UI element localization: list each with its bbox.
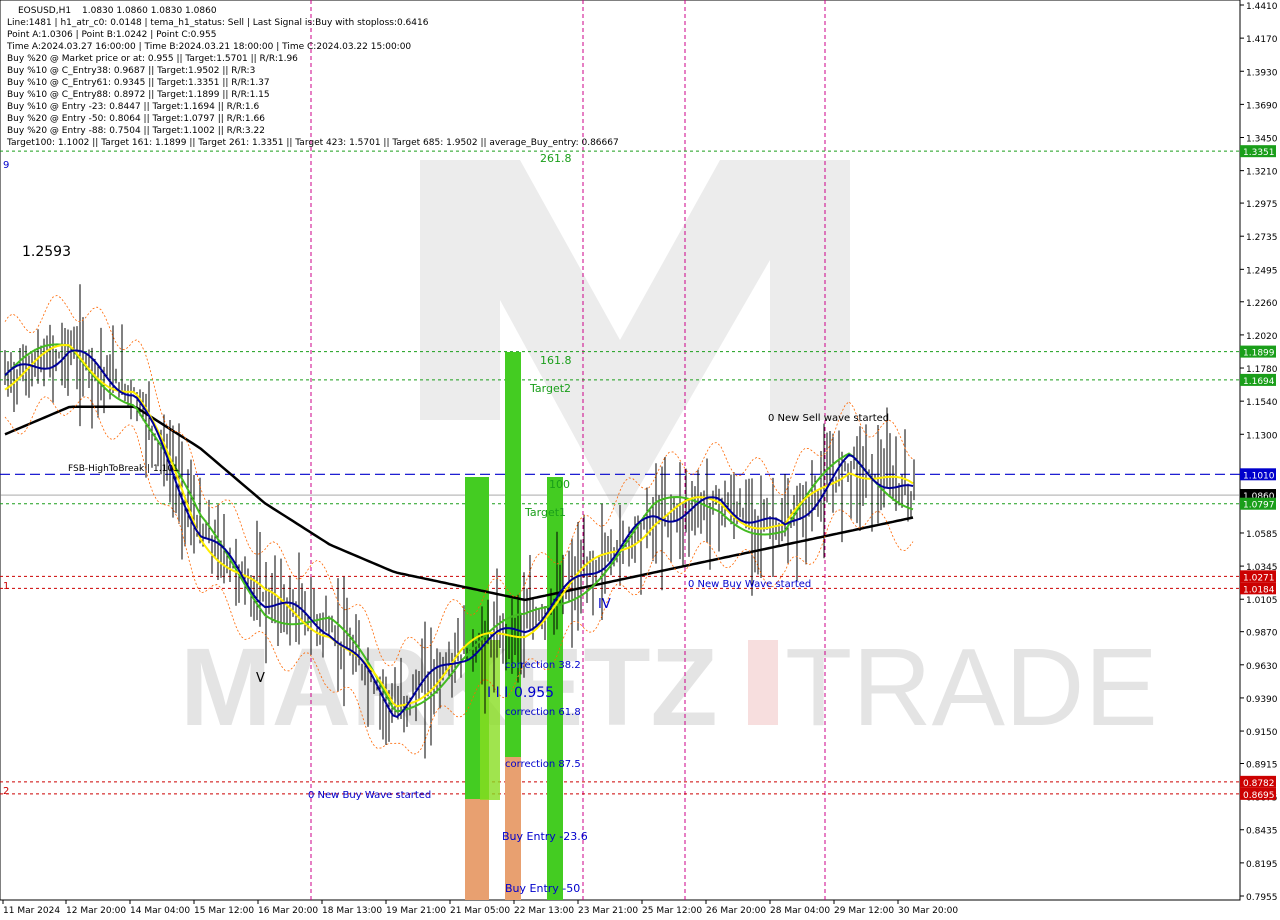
time-tick-label: 23 Mar 21:00	[578, 906, 638, 916]
buy-entry-50-label: Buy Entry -50	[505, 882, 580, 895]
time-tick-label: 14 Mar 04:00	[130, 906, 190, 916]
price-axis: 1.4410 1.4170 1.3930 1.3690 1.3450 1.3210 1.29…	[1240, 2, 1278, 903]
info-line: Time A:2024.03.27 16:00:00 | Time B:2024…	[6, 42, 411, 52]
ohlc-label: 1.0830 1.0860 1.0830 1.0860	[82, 6, 217, 16]
time-tick-label: 18 Mar 13:00	[322, 906, 382, 916]
correction-38-label: correction 38.2	[505, 660, 581, 671]
time-tick-label: 30 Mar 20:00	[898, 906, 958, 916]
time-tick-label: 21 Mar 05:00	[450, 906, 510, 916]
fsb-label: FSB-HighToBreak | 1.101	[68, 464, 179, 474]
info-line: Line:1481 | h1_atr_c0: 0.0148 | tema_h1_…	[7, 18, 429, 28]
price-tick-label: 1.2975	[1246, 200, 1278, 210]
time-axis: 11 Mar 2024 12 Mar 20:00 14 Mar 04:00 15 Ma…	[2, 900, 958, 916]
new-sell-wave-label: 0 New Sell wave started	[768, 413, 889, 424]
watermark-i-block	[748, 640, 778, 725]
high-label: 1.2593	[22, 244, 71, 260]
price-tick-label: 0.9150	[1246, 728, 1278, 738]
correction-61-label: correction 61.8	[505, 707, 581, 718]
price-tick-label: 0.8195	[1246, 860, 1278, 870]
buy-entry-23-label: Buy Entry -23.6	[502, 830, 588, 843]
wave-iii-marker: I I I	[487, 685, 508, 701]
new-buy-wave-right-label: 0 New Buy Wave started	[688, 579, 811, 590]
price-tick-label: 1.4170	[1246, 35, 1278, 45]
correction-87-label: correction 87.5	[505, 759, 581, 770]
info-line: Buy %10 @ Entry -23: 0.8447 || Target:1.…	[7, 102, 260, 112]
price-tick-label: 1.2495	[1246, 266, 1278, 276]
price-chart[interactable]: MARKETZ TRADE 261.8 161.8 Target2 100 Ta…	[0, 0, 1280, 920]
left-1-label: 1	[3, 581, 9, 592]
fib-bar-orange-2	[505, 757, 521, 900]
price-box-label: 1.0797	[1243, 501, 1275, 511]
time-tick-label: 28 Mar 04:00	[770, 906, 830, 916]
watermark-right: TRADE	[785, 626, 1158, 749]
price-tick-label: 0.7955	[1246, 893, 1278, 903]
time-tick-label: 26 Mar 20:00	[706, 906, 766, 916]
time-tick-label: 15 Mar 12:00	[194, 906, 254, 916]
left-9-label: 9	[3, 160, 9, 171]
price-tick-label: 1.1780	[1246, 365, 1278, 375]
price-tick-label: 1.3930	[1246, 68, 1278, 78]
time-tick-label: 12 Mar 20:00	[66, 906, 126, 916]
price-tick-label: 0.9390	[1246, 695, 1278, 705]
info-line: Buy %20 @ Entry -88: 0.7504 || Target:1.…	[7, 126, 265, 136]
price-box-label: 1.3351	[1243, 148, 1275, 158]
info-line: Buy %10 @ C_Entry38: 0.9687 || Target:1.…	[7, 66, 255, 76]
time-tick-label: 11 Mar 2024	[3, 906, 60, 916]
info-line: Buy %10 @ C_Entry88: 0.8972 || Target:1.…	[7, 90, 270, 100]
target1-label: Target1	[524, 506, 566, 519]
price-box-label: 0.8695	[1243, 791, 1275, 801]
price-tick-label: 1.3690	[1246, 101, 1278, 111]
info-line: Buy %10 @ C_Entry61: 0.9345 || Target:1.…	[7, 78, 270, 88]
price-box-label: 0.8782	[1243, 779, 1275, 789]
new-buy-wave-left-label: 0 New Buy Wave started	[308, 790, 431, 801]
price-tick-label: 1.2020	[1246, 332, 1278, 342]
price-tick-label: 1.0585	[1246, 530, 1278, 540]
price-tick-label: 1.2735	[1246, 233, 1278, 243]
fib-bar-lime	[480, 640, 500, 800]
price-box-label: 1.0184	[1243, 585, 1275, 595]
level-100-label: 100	[549, 478, 570, 491]
price-tick-label: 1.2260	[1246, 299, 1278, 309]
price-tick-label: 0.8435	[1246, 827, 1278, 837]
info-line: Target100: 1.1002 || Target 161: 1.1899 …	[6, 138, 619, 148]
price-tick-label: 0.8915	[1246, 760, 1278, 770]
price-box-label: 1.1694	[1243, 377, 1275, 387]
level-161-label: 161.8	[540, 354, 572, 367]
time-tick-label: 19 Mar 21:00	[386, 906, 446, 916]
wave-iv-label: IV	[598, 597, 611, 612]
price-box-label: 1.1010	[1243, 471, 1275, 481]
price-box-label: 1.0271	[1243, 573, 1275, 583]
price-tick-label: 1.4410	[1246, 2, 1278, 12]
price-tick-label: 0.9630	[1246, 662, 1278, 672]
fib-bar-orange-1	[465, 799, 489, 900]
price-tick-label: 1.0105	[1246, 596, 1278, 606]
left-2-label: 2	[3, 786, 9, 797]
level-261-label: 261.8	[540, 152, 572, 165]
price-tick-label: 1.1540	[1246, 398, 1278, 408]
time-tick-label: 29 Mar 12:00	[834, 906, 894, 916]
point-c-label: 0.955	[514, 685, 554, 701]
time-tick-label: 25 Mar 12:00	[642, 906, 702, 916]
price-box-label: 1.1899	[1243, 349, 1275, 359]
symbol-label: EOSUSD,H1	[18, 6, 71, 16]
price-tick-label: 1.3450	[1246, 135, 1278, 145]
price-tick-label: 1.3210	[1246, 168, 1278, 178]
wave-v-label: V	[256, 671, 265, 686]
target2-label: Target2	[529, 382, 571, 395]
info-line: Buy %20 @ Entry -50: 0.8064 || Target:1.…	[7, 114, 265, 124]
price-tick-label: 0.9870	[1246, 629, 1278, 639]
price-tick-label: 1.1300	[1246, 431, 1278, 441]
info-line: Point A:1.0306 | Point B:1.0242 | Point …	[7, 30, 216, 40]
time-tick-label: 16 Mar 20:00	[258, 906, 318, 916]
info-line: Buy %20 @ Market price or at: 0.955 || T…	[7, 54, 298, 64]
time-tick-label: 22 Mar 13:00	[514, 906, 574, 916]
